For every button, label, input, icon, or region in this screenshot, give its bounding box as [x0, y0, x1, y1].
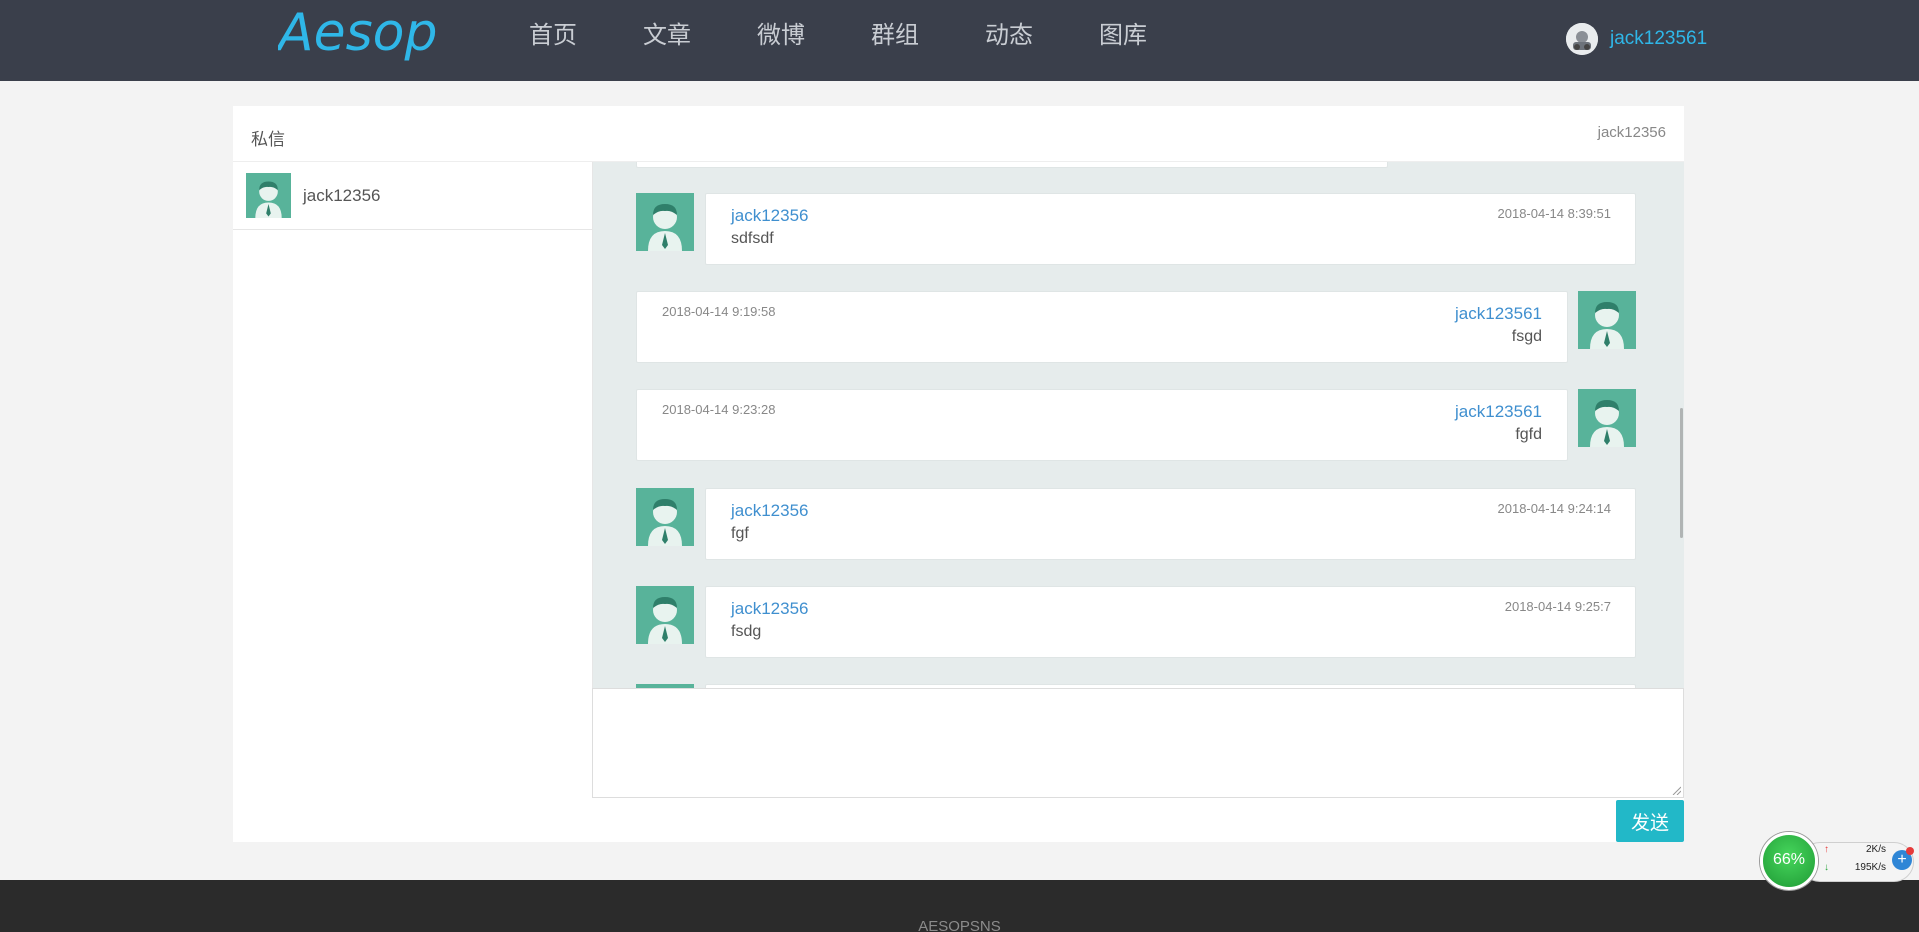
memory-usage-badge[interactable]: 66% — [1760, 832, 1818, 890]
nav-articles[interactable]: 文章 — [610, 16, 724, 54]
resize-grip-icon[interactable] — [1671, 785, 1681, 795]
message-text: fsdg — [731, 623, 762, 640]
nav-groups[interactable]: 群组 — [838, 16, 952, 54]
contact-avatar — [246, 173, 291, 218]
current-peer-name: jack12356 — [1597, 124, 1666, 141]
upload-arrow-icon: ↑ — [1824, 844, 1829, 855]
nav-home[interactable]: 首页 — [496, 16, 610, 54]
footer-brand: AESOPSNS — [918, 918, 1001, 932]
message-input[interactable] — [593, 689, 1683, 797]
panel-title: 私信 — [251, 130, 285, 150]
message-time: 2018-04-14 8:39:51 — [1497, 206, 1611, 221]
message-panel: 私信 jack12356 jack12356 jack12356 sdfsdf … — [233, 106, 1684, 842]
message-text: fgf — [731, 525, 749, 542]
panel-header: 私信 jack12356 — [233, 106, 1684, 162]
download-arrow-icon: ↓ — [1824, 862, 1829, 873]
message-time: 2018-04-14 9:23:28 — [662, 402, 776, 417]
message-sender[interactable]: jack123561 — [1455, 402, 1542, 422]
message-sender[interactable]: jack12356 — [731, 599, 809, 619]
user-avatar[interactable] — [1566, 23, 1598, 55]
message-sender[interactable]: jack123561 — [1455, 304, 1542, 324]
footer: AESOPSNS — [0, 880, 1919, 932]
message-text: fsgd — [1511, 328, 1542, 345]
notification-dot — [1906, 847, 1914, 855]
user-menu[interactable]: jack123561 — [1566, 23, 1707, 55]
message-bubble: 2018-04-14 9:23:28 jack123561 fgfd — [636, 389, 1568, 461]
nav-weibo[interactable]: 微博 — [724, 16, 838, 54]
message-avatar[interactable] — [636, 586, 694, 644]
upload-speed: 2K/s — [1865, 844, 1886, 855]
send-button[interactable]: 发送 — [1616, 800, 1684, 842]
svg-text:Aesop: Aesop — [278, 3, 437, 63]
network-speed-widget[interactable]: 66% ↑ 2K/s ↓ 195K/s + — [1760, 832, 1917, 890]
message-bubble: jack12356 fsdg 2018-04-14 9:25:7 — [705, 586, 1636, 658]
message-text: sdfsdf — [731, 230, 774, 247]
message-avatar[interactable] — [636, 488, 694, 546]
top-navbar: Aesop 首页 文章 微博 群组 动态 图库 jack123561 — [0, 0, 1919, 81]
message-avatar[interactable] — [1578, 291, 1636, 349]
message-sender[interactable]: jack12356 — [731, 501, 809, 521]
message-composer — [592, 688, 1684, 798]
message-time: 2018-04-14 9:24:14 — [1497, 501, 1611, 516]
contact-list: jack12356 — [233, 162, 592, 230]
message-sender[interactable]: jack12356 — [731, 206, 809, 226]
contact-item[interactable]: jack12356 — [233, 162, 592, 230]
chat-scrollbar[interactable] — [1680, 408, 1683, 538]
nav-activity[interactable]: 动态 — [952, 16, 1066, 54]
user-name[interactable]: jack123561 — [1610, 28, 1707, 50]
message-bubble: jack12356 fgf 2018-04-14 9:24:14 — [705, 488, 1636, 560]
main-nav: 首页 文章 微博 群组 动态 图库 — [496, 16, 1180, 54]
chat-history[interactable]: jack12356 sdfsdf 2018-04-14 8:39:51 2018… — [592, 162, 1684, 688]
message-text: fgfd — [1515, 426, 1542, 443]
aesop-logo[interactable]: Aesop — [278, 0, 438, 64]
download-speed: 195K/s — [1854, 862, 1886, 873]
message-avatar[interactable] — [636, 193, 694, 251]
message-bubble: 2018-04-14 9:19:58 jack123561 fsgd — [636, 291, 1568, 363]
message-time: 2018-04-14 9:25:7 — [1504, 599, 1611, 614]
message-bubble-partial — [636, 162, 1388, 168]
message-avatar[interactable] — [1578, 389, 1636, 447]
contact-name: jack12356 — [303, 185, 381, 205]
message-time: 2018-04-14 9:19:58 — [662, 304, 776, 319]
message-bubble: jack12356 sdfsdf 2018-04-14 8:39:51 — [705, 193, 1636, 265]
nav-gallery[interactable]: 图库 — [1066, 16, 1180, 54]
